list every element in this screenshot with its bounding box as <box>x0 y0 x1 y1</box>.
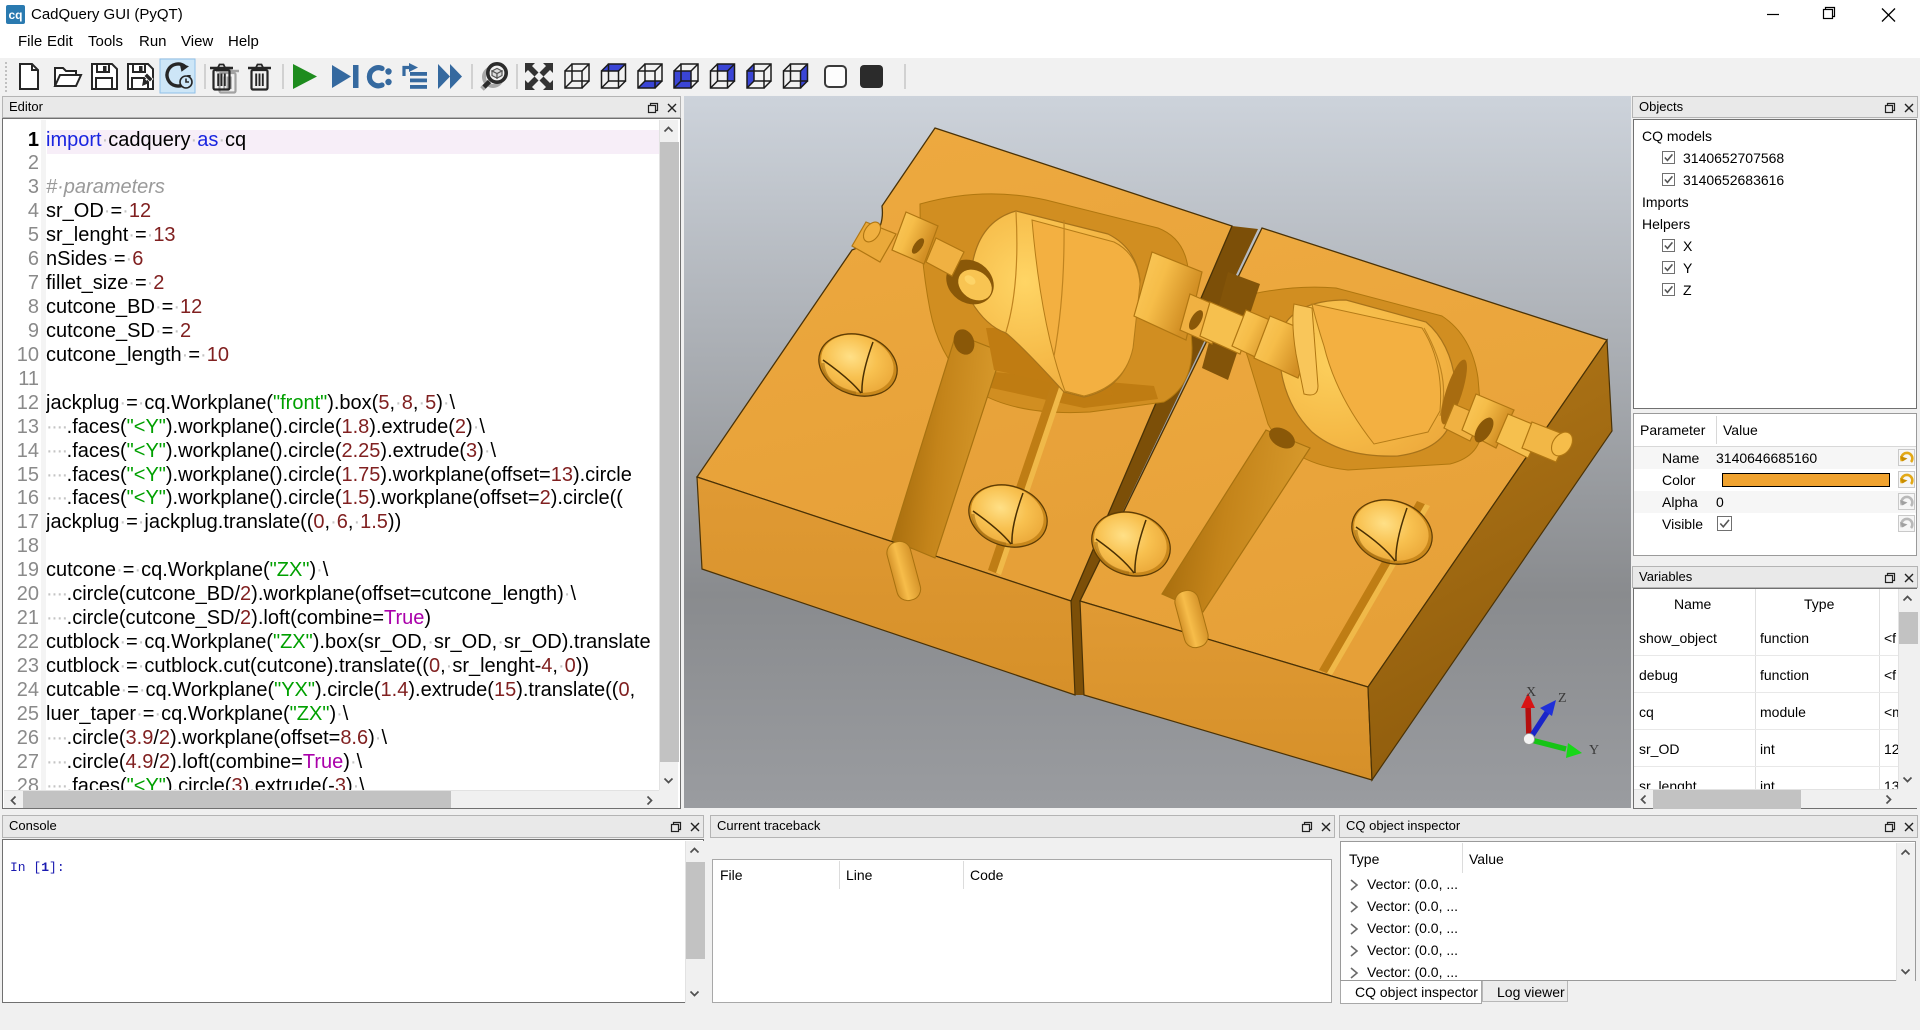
svg-text:Z: Z <box>1558 691 1567 706</box>
svg-text:Y: Y <box>1589 743 1599 758</box>
svg-text:X: X <box>1526 685 1536 700</box>
svg-text:cq: cq <box>8 8 22 22</box>
